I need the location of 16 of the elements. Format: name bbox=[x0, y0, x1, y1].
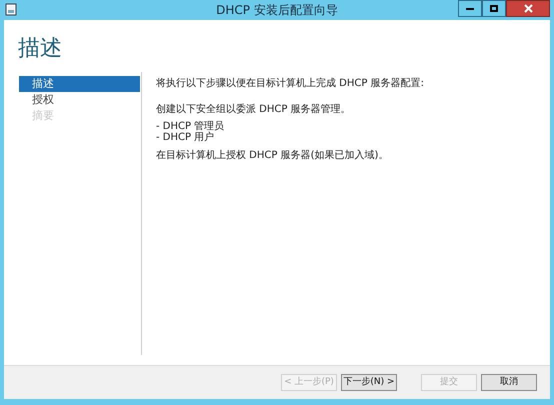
close-icon bbox=[524, 4, 532, 13]
app-icon bbox=[5, 3, 17, 16]
wizard-button[interactable]: 下一步(N) > bbox=[341, 374, 397, 391]
group-item: - DHCP 用户 bbox=[156, 132, 216, 143]
group-item: - DHCP 管理员 bbox=[156, 121, 226, 132]
step-item[interactable]: 授权 bbox=[19, 92, 140, 108]
page-title: 描述 bbox=[17, 35, 63, 63]
intro-text: 将执行以下步骤以便在目标计算机上完成 DHCP 服务器配置: bbox=[156, 77, 425, 90]
close-button[interactable] bbox=[506, 0, 550, 17]
window-title: DHCP 安装后配置向导 bbox=[216, 2, 338, 19]
authorize-text: 在目标计算机上授权 DHCP 服务器(如果已加入域)。 bbox=[156, 149, 390, 162]
step-item[interactable]: 描述 bbox=[19, 76, 140, 92]
groups-intro-text: 创建以下安全组以委派 DHCP 服务器管理。 bbox=[156, 103, 352, 116]
wizard-button[interactable]: 取消 bbox=[481, 374, 537, 391]
minimize-button[interactable] bbox=[458, 0, 482, 17]
maximize-button[interactable] bbox=[482, 0, 506, 17]
